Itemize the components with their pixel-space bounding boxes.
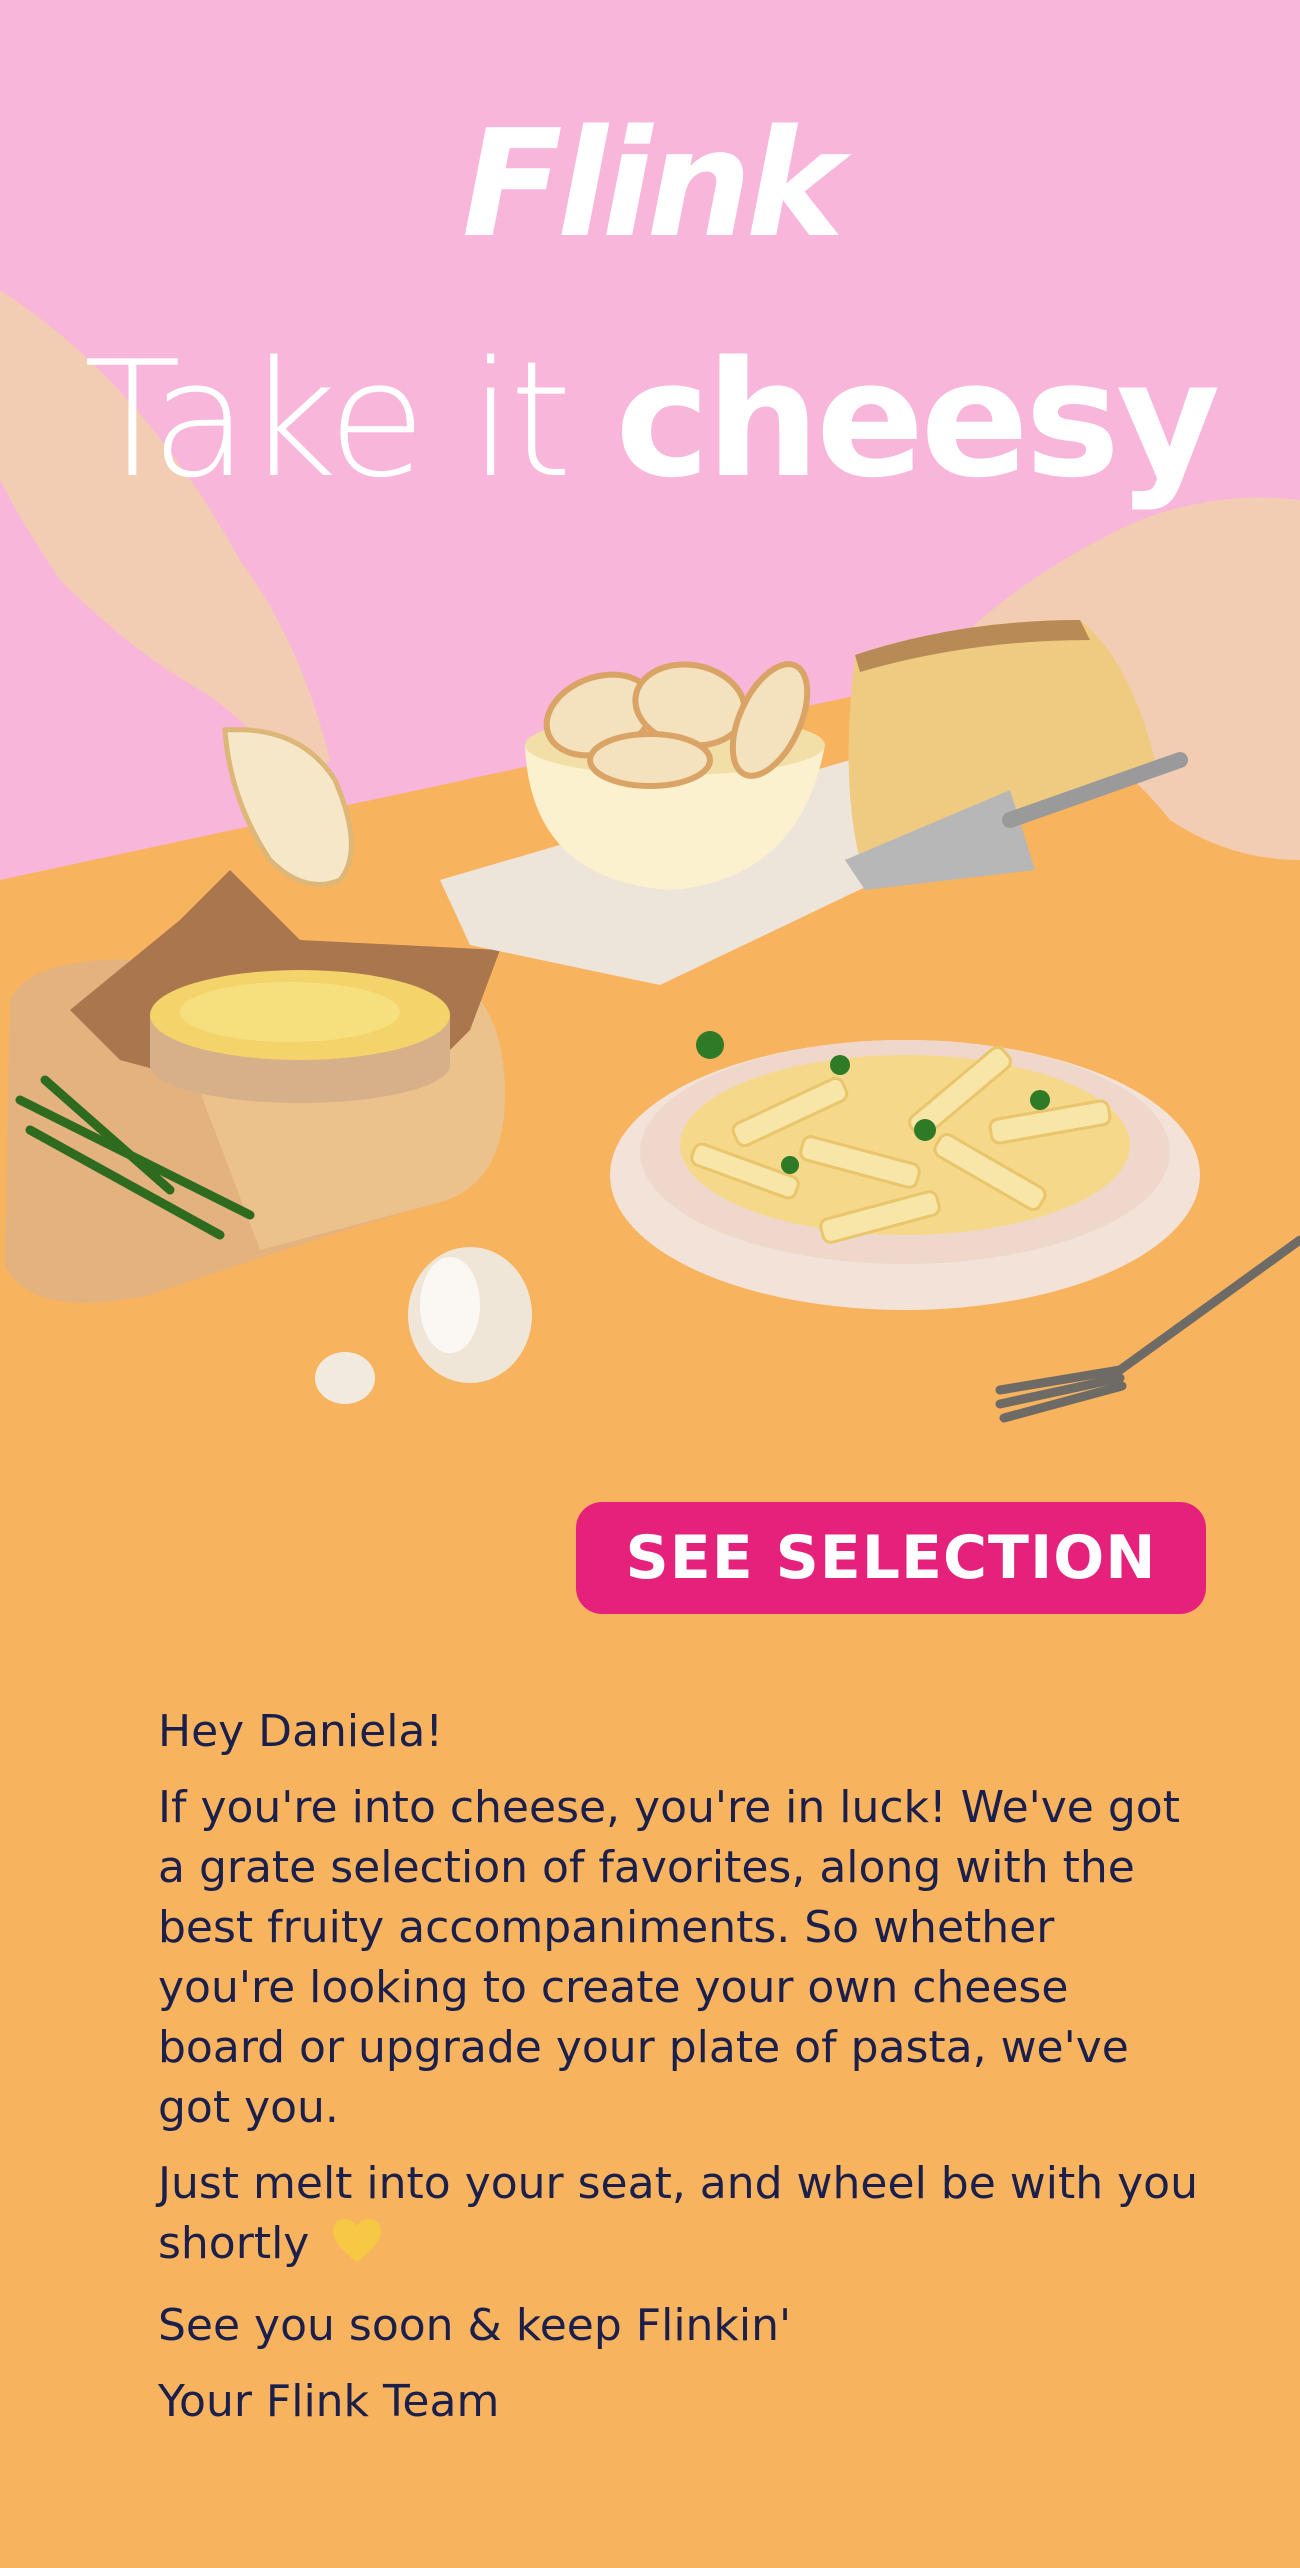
email-page: Flink Take it cheesy SEE SELECTION Hey D… [0, 0, 1300, 2568]
paragraph-melt: Just melt into your seat, and wheel be w… [158, 2154, 1198, 2280]
sign-off: See you soon & keep Flinkin' [158, 2300, 792, 2351]
headline-bold: cheesy [615, 326, 1220, 513]
email-body: Hey Daniela! If you're into cheese, you'… [158, 1702, 1198, 2448]
yellow-heart-icon [331, 2218, 383, 2280]
hero-image: Flink Take it cheesy [0, 0, 1300, 1460]
greeting: Hey Daniela! [158, 1706, 444, 1757]
paragraph-melt-text: Just melt into your seat, and wheel be w… [158, 2158, 1198, 2269]
hero-headline: Take it cheesy [0, 340, 1300, 500]
signature: Your Flink Team [158, 2376, 500, 2427]
brand-logo: Flink [461, 98, 844, 270]
headline-light: Take it [83, 326, 573, 513]
paragraph-intro: If you're into cheese, you're in luck! W… [158, 1782, 1180, 2133]
see-selection-button[interactable]: SEE SELECTION [576, 1502, 1206, 1614]
